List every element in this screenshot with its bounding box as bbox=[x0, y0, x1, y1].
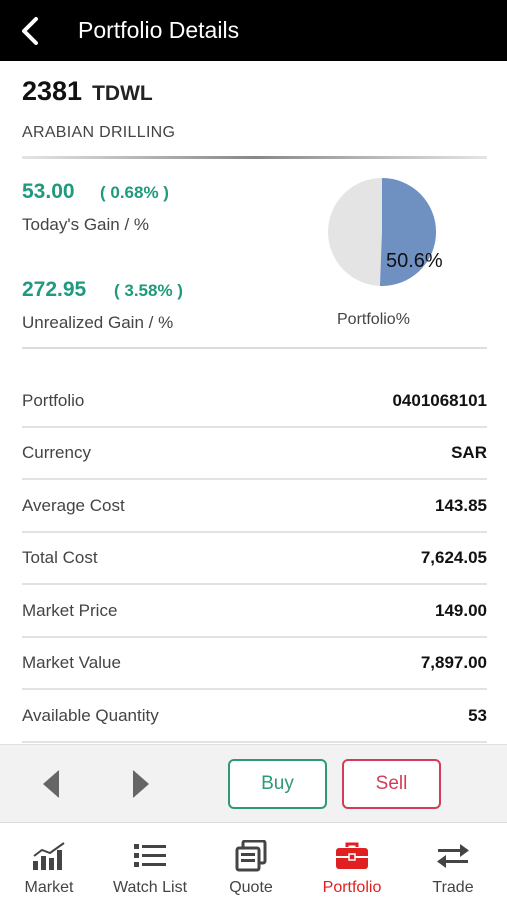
divider bbox=[22, 347, 487, 349]
company-name: ARABIAN DRILLING bbox=[22, 124, 176, 141]
tab-market[interactable]: Market bbox=[8, 823, 90, 900]
tab-label: Watch List bbox=[112, 879, 188, 896]
detail-row-available-quantity: Available Quantity 53 bbox=[22, 691, 487, 743]
list-icon bbox=[133, 835, 167, 877]
detail-value: 7,897.00 bbox=[420, 653, 487, 672]
action-bar: Buy Sell bbox=[0, 744, 507, 822]
todays-gain-value: 53.00 bbox=[22, 180, 75, 203]
todays-gain-label: Today's Gain / % bbox=[22, 215, 150, 234]
detail-label: Market Value bbox=[22, 653, 121, 672]
bar-chart-icon bbox=[31, 835, 67, 877]
tab-label: Trade bbox=[432, 879, 474, 896]
detail-value: 143.85 bbox=[435, 496, 487, 515]
detail-label: Currency bbox=[22, 443, 91, 462]
detail-label: Average Cost bbox=[22, 496, 125, 515]
tab-quote[interactable]: Quote bbox=[210, 823, 292, 900]
tab-portfolio[interactable]: Portfolio bbox=[310, 823, 394, 900]
swap-arrows-icon bbox=[436, 835, 470, 877]
detail-label: Total Cost bbox=[22, 548, 98, 567]
exchange-code: TDWL bbox=[92, 82, 153, 105]
triangle-right-icon bbox=[133, 770, 149, 798]
top-bar: Portfolio Details bbox=[0, 0, 507, 61]
buy-button[interactable]: Buy bbox=[228, 759, 327, 809]
page-title: Portfolio Details bbox=[78, 17, 240, 43]
tab-watch-list[interactable]: Watch List bbox=[101, 823, 199, 900]
detail-row-market-price: Market Price 149.00 bbox=[22, 586, 487, 638]
triangle-left-icon bbox=[43, 770, 59, 798]
unrealized-gain-percent: ( 3.58% ) bbox=[114, 281, 183, 300]
detail-row-currency: Currency SAR bbox=[22, 428, 487, 480]
divider bbox=[22, 156, 487, 159]
unrealized-gain-value: 272.95 bbox=[22, 278, 87, 301]
detail-label: Portfolio bbox=[22, 391, 85, 410]
tab-label: Quote bbox=[229, 879, 273, 896]
bottom-tab-bar: Market Watch List Quote Portfolio Trade bbox=[0, 822, 507, 900]
detail-value: 53 bbox=[468, 706, 487, 725]
tab-label: Portfolio bbox=[322, 879, 382, 896]
detail-label: Market Price bbox=[22, 601, 118, 620]
detail-label: Available Quantity bbox=[22, 706, 159, 725]
detail-value: 149.00 bbox=[435, 601, 487, 620]
symbol-heading: 2381 TDWL bbox=[22, 76, 153, 107]
detail-row-portfolio: Portfolio 0401068101 bbox=[22, 376, 487, 428]
back-button[interactable] bbox=[0, 0, 60, 61]
sell-button[interactable]: Sell bbox=[342, 759, 441, 809]
unrealized-gain-label: Unrealized Gain / % bbox=[22, 313, 174, 332]
quote-window-icon bbox=[235, 835, 267, 877]
detail-value: 7,624.05 bbox=[420, 548, 487, 567]
symbol-code: 2381 bbox=[22, 76, 83, 106]
detail-row-total-cost: Total Cost 7,624.05 bbox=[22, 533, 487, 585]
detail-row-market-value: Market Value 7,897.00 bbox=[22, 638, 487, 690]
next-button[interactable] bbox=[126, 767, 156, 801]
portfolio-share-percent: 50.6% bbox=[386, 250, 443, 272]
briefcase-icon bbox=[335, 835, 369, 877]
todays-gain-percent: ( 0.68% ) bbox=[100, 183, 169, 202]
detail-value: 0401068101 bbox=[392, 391, 487, 410]
detail-row-average-cost: Average Cost 143.85 bbox=[22, 481, 487, 533]
previous-button[interactable] bbox=[36, 767, 66, 801]
tab-label: Market bbox=[24, 879, 74, 896]
chevron-left-icon bbox=[22, 16, 38, 45]
detail-value: SAR bbox=[451, 443, 487, 462]
portfolio-share-caption: Portfolio% bbox=[337, 311, 410, 328]
tab-trade[interactable]: Trade bbox=[414, 823, 492, 900]
